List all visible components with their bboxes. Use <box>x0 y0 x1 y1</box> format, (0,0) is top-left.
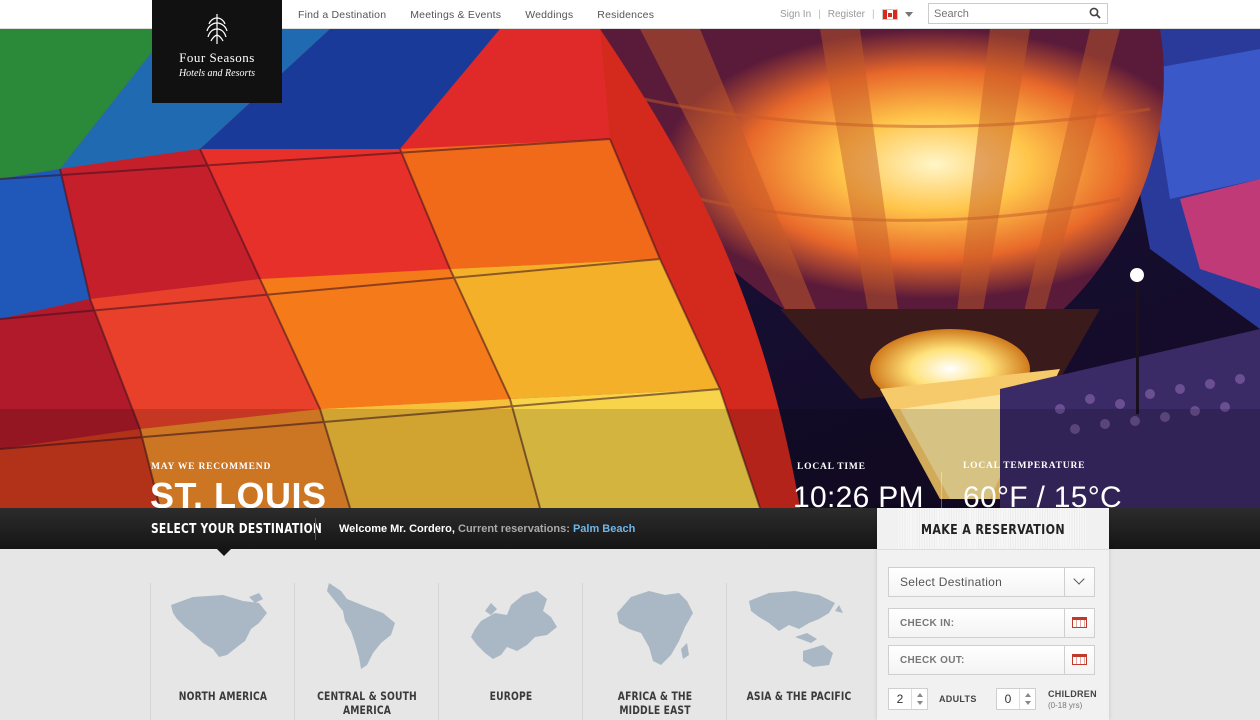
children-stepper[interactable]: 0 <box>996 688 1036 710</box>
nav-residences[interactable]: Residences <box>597 9 654 21</box>
separator: | <box>818 9 821 20</box>
region-europe[interactable]: EUROPE <box>438 583 582 720</box>
local-temperature-label: LOCAL TEMPERATURE <box>963 461 1086 471</box>
region-asia-pacific[interactable]: ASIA & THE PACIFIC <box>726 583 870 720</box>
select-destination-tab[interactable]: SELECT YOUR DESTINATION <box>151 508 322 549</box>
nav-weddings[interactable]: Weddings <box>525 9 573 21</box>
active-tab-pointer <box>217 549 231 556</box>
stepper-arrows-icon[interactable] <box>911 689 927 709</box>
check-in-field[interactable]: CHECK IN: <box>888 608 1095 638</box>
check-out-field[interactable]: CHECK OUT: <box>888 645 1095 675</box>
children-ages-note: (0-18 yrs) <box>1048 701 1083 710</box>
brand-tagline: Hotels and Resorts <box>178 68 256 79</box>
nav-find-destination[interactable]: Find a Destination <box>298 9 386 21</box>
check-out-label: CHECK OUT: <box>900 655 965 666</box>
destination-select-value: Select Destination <box>900 575 1003 589</box>
adults-value: 2 <box>896 692 904 706</box>
tree-logo-icon <box>206 14 228 44</box>
sign-in-link[interactable]: Sign In <box>780 9 811 20</box>
local-temperature-value: 60°F / 15°C <box>963 481 1123 508</box>
register-link[interactable]: Register <box>828 9 865 20</box>
children-value: 0 <box>1004 692 1012 706</box>
stepper-arrows-icon[interactable] <box>1019 689 1035 709</box>
reservation-panel: MAKE A RESERVATION Select Destination CH… <box>877 508 1109 720</box>
divider <box>315 518 316 540</box>
local-time-value: 10:26 PM <box>793 481 924 508</box>
region-label: AFRICA & THE MIDDLE EAST <box>617 689 693 717</box>
current-reservation-link[interactable]: Palm Beach <box>573 523 635 535</box>
welcome-name: Welcome Mr. Cordero, <box>339 523 455 535</box>
calendar-icon <box>1072 654 1087 665</box>
page: MAY WE RECOMMEND ST. LOUIS LOCAL TIME 10… <box>0 0 1260 720</box>
check-in-label: CHECK IN: <box>900 618 955 629</box>
region-label: ASIA & THE PACIFIC <box>746 689 852 703</box>
region-label: CENTRAL & SOUTH AMERICA <box>317 689 417 717</box>
welcome-message: Welcome Mr. Cordero, Current reservation… <box>339 508 635 549</box>
adults-label: ADULTS <box>939 694 977 704</box>
search-icon[interactable] <box>1089 7 1101 19</box>
check-in-calendar-button[interactable] <box>1064 609 1094 637</box>
north-america-map-icon <box>171 593 267 657</box>
chevron-down-icon <box>1073 573 1085 585</box>
calendar-icon <box>1072 617 1087 628</box>
africa-map-icon <box>617 591 693 665</box>
south-america-map-icon <box>327 583 395 669</box>
region-label: NORTH AMERICA <box>178 689 268 703</box>
brand-name: Four Seasons <box>179 50 255 65</box>
search-input[interactable] <box>929 4 1079 24</box>
main-nav: Find a Destination Meetings & Events Wed… <box>298 0 654 29</box>
asia-pacific-map-icon <box>749 591 843 667</box>
recommend-label: MAY WE RECOMMEND <box>151 462 272 472</box>
dropdown-button[interactable] <box>1064 568 1094 596</box>
recommended-city-link[interactable]: ST. LOUIS <box>150 475 327 508</box>
region-central-south-america[interactable]: CENTRAL & SOUTH AMERICA <box>294 583 438 720</box>
current-reservations-label: Current reservations: <box>458 523 570 535</box>
four-seasons-logo[interactable]: Four Seasons Hotels and Resorts <box>152 0 282 103</box>
destination-select[interactable]: Select Destination <box>888 567 1095 597</box>
nav-meetings-events[interactable]: Meetings & Events <box>410 9 501 21</box>
account-links: Sign In | Register | <box>780 0 913 29</box>
chevron-down-icon[interactable] <box>904 12 913 17</box>
local-time-label: LOCAL TIME <box>797 462 866 472</box>
adults-stepper[interactable]: 2 <box>888 688 928 710</box>
divider <box>877 549 1109 550</box>
europe-map-icon <box>471 591 557 659</box>
canada-flag-icon[interactable] <box>881 9 898 20</box>
region-label: EUROPE <box>489 689 533 703</box>
search-box <box>928 3 1108 24</box>
hero-divider <box>941 472 942 508</box>
separator: | <box>872 9 875 20</box>
region-list: NORTH AMERICA CENTRAL & SOUTH AMERICA EU… <box>150 583 870 720</box>
reservation-title: MAKE A RESERVATION <box>897 508 1089 549</box>
check-out-calendar-button[interactable] <box>1064 646 1094 674</box>
children-label: CHILDREN <box>1048 689 1097 699</box>
region-north-america[interactable]: NORTH AMERICA <box>150 583 294 720</box>
region-africa-middle-east[interactable]: AFRICA & THE MIDDLE EAST <box>582 583 726 720</box>
